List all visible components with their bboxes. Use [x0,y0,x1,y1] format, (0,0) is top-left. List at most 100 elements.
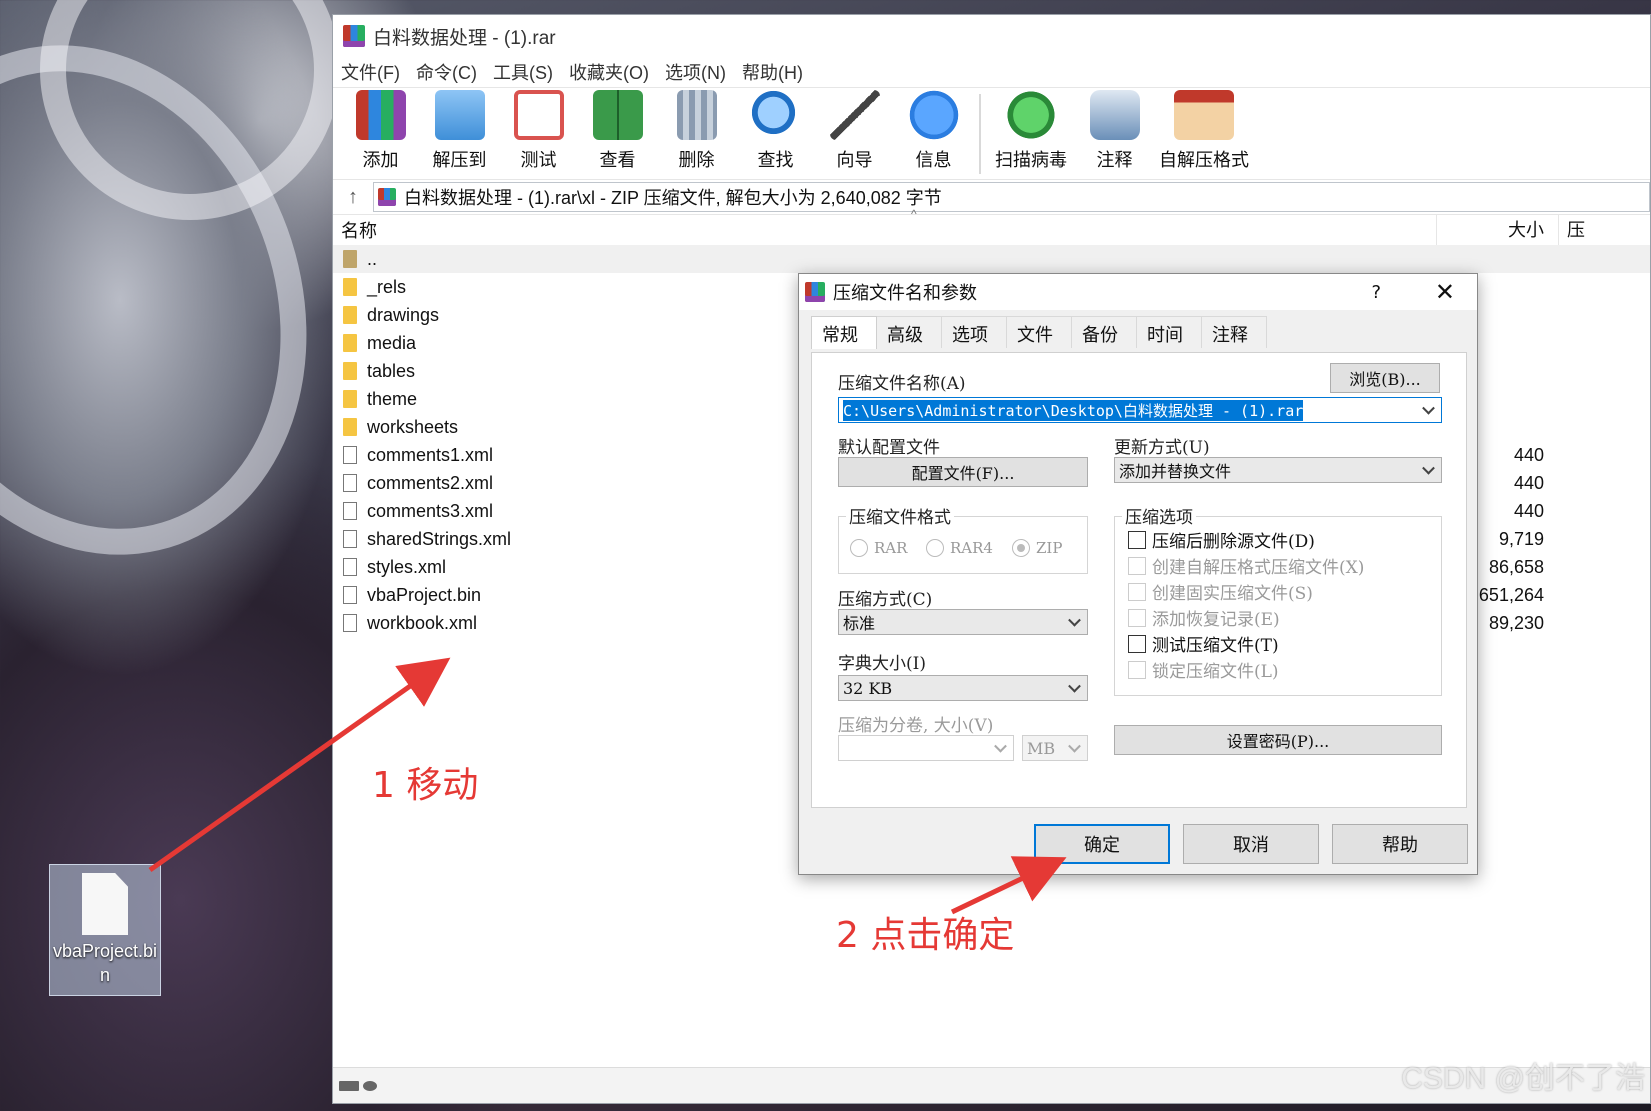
method-label: 压缩方式(C) [838,590,933,610]
test-archive-checkbox[interactable]: 测试压缩文件(T) [1128,631,1279,656]
file-icon [343,614,357,632]
method-select[interactable]: 标准 [838,609,1088,635]
desktop-file-icon[interactable]: vbaProject.bin [49,864,161,996]
address-bar: ↑ 白料数据处理 - (1).rar\xl - ZIP 压缩文件, 解包大小为 … [333,179,1650,215]
packed-column-header[interactable]: 压 [1558,215,1651,245]
file-name: tables [367,360,416,381]
browse-button[interactable]: 浏览(B)... [1330,363,1440,393]
delete-after-checkbox[interactable]: 压缩后删除源文件(D) [1128,527,1315,552]
help-icon[interactable]: ? [1371,282,1381,303]
split-size-combo[interactable] [838,735,1014,761]
add-archive-icon [355,90,406,140]
file-icon [343,586,357,604]
sort-caret-icon: ^ [911,207,917,221]
format-rar-radio[interactable]: RAR [850,539,907,557]
general-tab-panel: 压缩文件名称(A) 浏览(B)... C:\Users\Administrato… [811,352,1467,808]
toolbar-extract-button[interactable]: 解压到 [420,88,499,178]
lock-archive-checkbox[interactable]: 锁定压缩文件(L) [1128,657,1279,682]
size-column-header[interactable]: 大小 [1436,215,1556,245]
chevron-down-icon [1422,461,1435,475]
menu-command[interactable]: 命令(C) [416,59,477,85]
set-password-button[interactable]: 设置密码(P)... [1114,725,1442,755]
menu-tools[interactable]: 工具(S) [493,59,553,85]
file-name: theme [367,388,418,409]
folder-icon [343,278,357,296]
test-clipboard-icon [513,90,564,140]
menu-file[interactable]: 文件(F) [341,59,400,85]
toolbar-info-button[interactable]: 信息 [894,88,973,178]
menu-options[interactable]: 选项(N) [665,59,726,85]
file-name: sharedStrings.xml [367,528,512,549]
window-titlebar[interactable]: 白料数据处理 - (1).rar [333,15,1650,57]
winrar-app-icon [805,282,825,302]
delete-trash-icon [676,90,717,140]
tab-files[interactable]: 文件 [1006,316,1072,348]
close-icon[interactable]: ✕ [1435,278,1455,306]
folder-icon [343,250,357,268]
toolbar-delete-button[interactable]: 删除 [657,88,736,178]
toolbar-scan-virus-button[interactable]: 扫描病毒 [987,88,1075,178]
list-item[interactable]: .. [333,245,1650,273]
format-rar4-radio[interactable]: RAR4 [926,539,993,557]
tab-time[interactable]: 时间 [1136,316,1202,348]
file-icon [343,530,357,548]
chevron-down-icon [1068,739,1081,753]
ok-button[interactable]: 确定 [1034,824,1170,864]
tab-comment[interactable]: 注释 [1201,316,1267,348]
file-icon [343,558,357,576]
winrar-app-icon [343,25,365,47]
update-mode-select[interactable]: 添加并替换文件 [1114,457,1442,483]
sfx-box-icon [1174,90,1234,140]
file-name: comments3.xml [367,500,494,521]
file-name: workbook.xml [367,612,478,633]
toolbar-add-button[interactable]: 添加 [341,88,420,178]
format-zip-radio[interactable]: ZIP [1012,539,1062,557]
column-header: ^ 名称 大小 压 [333,207,1651,245]
menu-help[interactable]: 帮助(H) [742,59,803,85]
toolbar-view-button[interactable]: 查看 [578,88,657,178]
add-recovery-checkbox[interactable]: 添加恢复记录(E) [1128,605,1280,630]
file-name: media [367,332,417,353]
chevron-down-icon [1068,613,1081,627]
step1-annotation: 1 移动 [372,765,479,806]
tab-general[interactable]: 常规 [811,316,877,349]
rar-archive-icon [378,188,396,206]
split-unit-select[interactable]: MB [1022,735,1088,761]
toolbar-find-button[interactable]: 查找 [736,88,815,178]
help-button[interactable]: 帮助 [1332,824,1468,864]
folder-icon [343,306,357,324]
tab-backup[interactable]: 备份 [1071,316,1137,348]
toolbar-sfx-button[interactable]: 自解压格式 [1154,88,1254,178]
tab-options[interactable]: 选项 [941,316,1007,348]
update-mode-label: 更新方式(U) [1114,438,1210,458]
tab-advanced[interactable]: 高级 [876,316,942,348]
chevron-down-icon [1068,679,1081,693]
extract-folder-icon [434,90,485,140]
toolbar-comment-button[interactable]: 注释 [1075,88,1154,178]
toolbar-wizard-button[interactable]: 向导 [815,88,894,178]
split-volume-label: 压缩为分卷, 大小(V) [838,716,994,736]
dict-size-select[interactable]: 32 KB [838,675,1088,701]
create-sfx-checkbox[interactable]: 创建自解压格式压缩文件(X) [1128,553,1364,578]
dialog-tabs: 常规 高级 选项 文件 备份 时间 注释 [799,316,1477,349]
menu-favorites[interactable]: 收藏夹(O) [569,59,649,85]
file-name: drawings [367,304,440,325]
archive-path-combo[interactable]: C:\Users\Administrator\Desktop\白料数据处理 - … [838,397,1442,423]
name-column-header[interactable]: 名称 [333,217,377,243]
folder-icon [343,418,357,436]
address-field[interactable]: 白料数据处理 - (1).rar\xl - ZIP 压缩文件, 解包大小为 2,… [373,182,1650,212]
up-arrow-icon[interactable]: ↑ [333,186,373,209]
key-icon [363,1080,377,1091]
toolbar-test-button[interactable]: 测试 [499,88,578,178]
file-name: _rels [367,276,407,297]
chevron-down-icon[interactable] [1422,401,1435,415]
file-name: .. [367,248,378,269]
profile-button[interactable]: 配置文件(F)... [838,457,1088,487]
menu-bar: 文件(F) 命令(C) 工具(S) 收藏夹(O) 选项(N) 帮助(H) [333,57,1650,87]
address-text: 白料数据处理 - (1).rar\xl - ZIP 压缩文件, 解包大小为 2,… [404,188,942,208]
create-solid-checkbox[interactable]: 创建固实压缩文件(S) [1128,579,1313,604]
file-icon [82,873,128,935]
dict-size-label: 字典大小(I) [838,654,926,674]
dialog-titlebar[interactable]: 压缩文件名和参数 ? ✕ [799,274,1477,310]
cancel-button[interactable]: 取消 [1183,824,1319,864]
